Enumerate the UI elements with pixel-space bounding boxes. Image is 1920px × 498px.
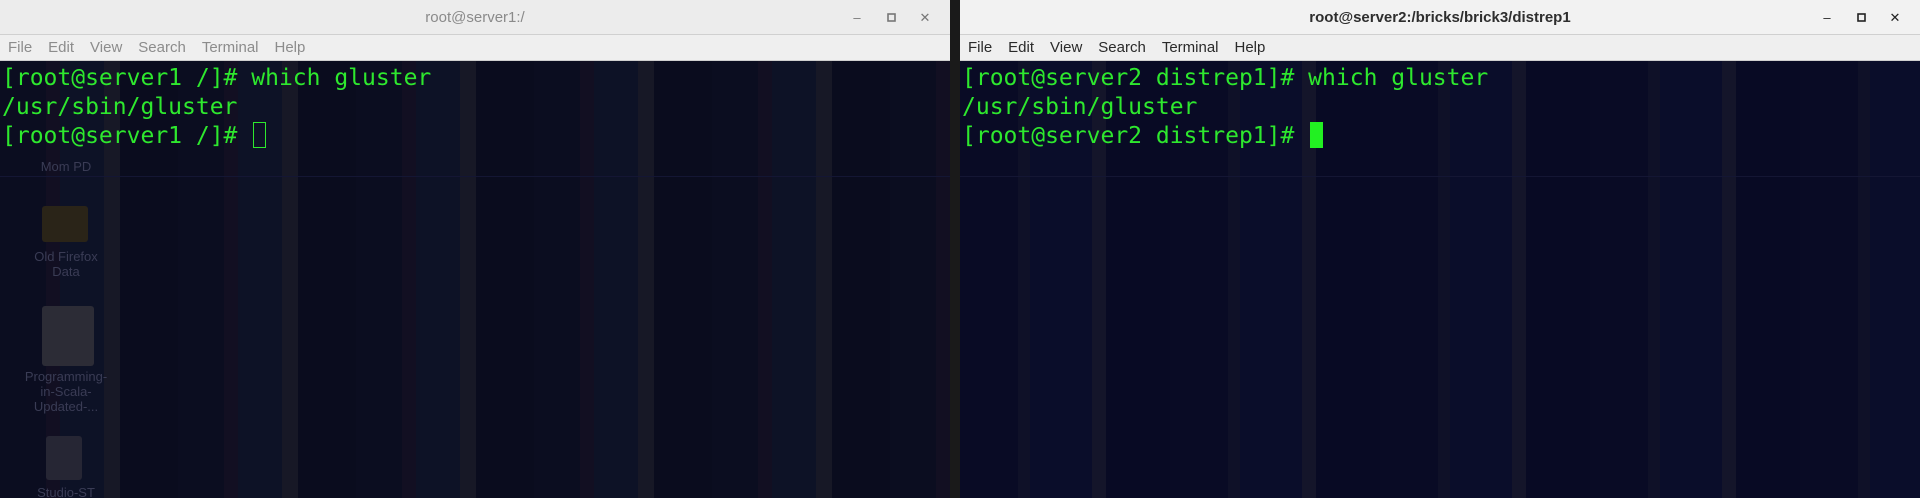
menu-file[interactable]: File <box>0 35 40 61</box>
maximize-icon[interactable] <box>1844 0 1878 35</box>
desktop-shelf-divider <box>960 176 1920 177</box>
menu-search[interactable]: Search <box>130 35 194 61</box>
menu-search[interactable]: Search <box>1090 35 1154 61</box>
window-title: root@server2:/bricks/brick3/distrep1 <box>1309 9 1571 26</box>
font-file-icon <box>46 436 82 480</box>
window-gap <box>950 0 960 498</box>
terminal-line: [root@server2 distrep1]# which gluster <box>962 65 1489 91</box>
window-title: root@server1:/ <box>425 9 525 26</box>
menubar: File Edit View Search Terminal Help <box>960 35 1920 61</box>
folder-icon <box>42 206 88 242</box>
desktop-icon-label: Old Firefox Data <box>34 249 98 279</box>
terminal-area[interactable]: [root@server2 distrep1]# which gluster /… <box>960 61 1920 498</box>
titlebar[interactable]: root@server2:/bricks/brick3/distrep1 – ✕ <box>960 0 1920 35</box>
book-icon <box>42 306 94 366</box>
desktop-icon-label: Studio-ST <box>37 485 95 498</box>
maximize-square-icon <box>1856 13 1866 22</box>
desktop-icon-label: Programming-in-Scala-Updated-... <box>24 369 108 414</box>
prompt-text: [root@server2 distrep1]# <box>962 123 1309 149</box>
titlebar[interactable]: root@server1:/ – ✕ <box>0 0 950 35</box>
cursor <box>253 122 267 148</box>
menu-edit[interactable]: Edit <box>1000 35 1042 61</box>
desktop-shelf-divider <box>0 176 950 177</box>
terminal-line: /usr/sbin/gluster <box>2 94 238 120</box>
menu-terminal[interactable]: Terminal <box>194 35 267 61</box>
maximize-square-icon <box>886 13 896 22</box>
close-icon[interactable]: ✕ <box>908 0 942 35</box>
terminal-prompt-line: [root@server1 /]# <box>2 122 948 151</box>
menu-edit[interactable]: Edit <box>40 35 82 61</box>
terminal-prompt-line: [root@server2 distrep1]# <box>962 122 1918 151</box>
menu-file[interactable]: File <box>960 35 1000 61</box>
terminal-line: [root@server1 /]# which gluster <box>2 65 432 91</box>
menu-view[interactable]: View <box>1042 35 1090 61</box>
close-icon[interactable]: ✕ <box>1878 0 1912 35</box>
minimize-icon[interactable]: – <box>840 0 874 35</box>
prompt-text: [root@server1 /]# <box>2 123 252 149</box>
minimize-icon[interactable]: – <box>1810 0 1844 35</box>
terminal-window-server2[interactable]: root@server2:/bricks/brick3/distrep1 – ✕… <box>960 0 1920 498</box>
terminal-window-server1[interactable]: root@server1:/ – ✕ File Edit View Search… <box>0 0 950 498</box>
terminal-line: /usr/sbin/gluster <box>962 94 1198 120</box>
terminal-area[interactable]: Mom PD Old Firefox Data Programming-in-S… <box>0 61 950 498</box>
menu-view[interactable]: View <box>82 35 130 61</box>
desktop-icon-label: Mom PD <box>40 159 92 174</box>
menu-help[interactable]: Help <box>1227 35 1274 61</box>
menubar: File Edit View Search Terminal Help <box>0 35 950 61</box>
maximize-icon[interactable] <box>874 0 908 35</box>
menu-terminal[interactable]: Terminal <box>1154 35 1227 61</box>
menu-help[interactable]: Help <box>267 35 314 61</box>
cursor <box>1310 122 1324 148</box>
